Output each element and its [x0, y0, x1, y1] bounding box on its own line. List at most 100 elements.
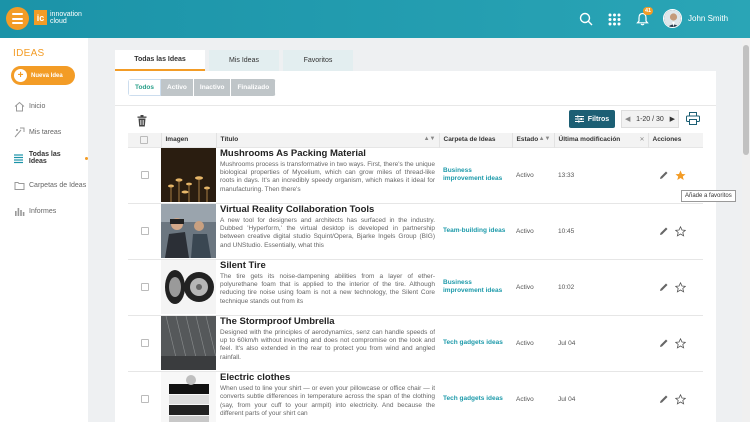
prev-page-icon[interactable]: ◀ — [625, 115, 630, 123]
table-row[interactable]: The Stormproof Umbrella Designed with th… — [128, 314, 703, 371]
sidebar-item-carpetas[interactable]: Carpetas de Ideas — [0, 176, 88, 194]
idea-folder-link[interactable]: Business improvement ideas — [443, 167, 508, 183]
idea-folder-link[interactable]: Tech gadgets ideas — [443, 395, 508, 403]
idea-thumbnail[interactable] — [161, 204, 216, 258]
row-checkbox[interactable] — [140, 283, 149, 291]
print-icon[interactable] — [686, 112, 700, 125]
idea-modified: 13:33 — [554, 146, 648, 203]
column-estado[interactable]: Estado ▲▼ — [512, 133, 555, 147]
ideas-table: Imagen Título ▲▼ Carpeta de Ideas Estado ▲… — [128, 133, 703, 422]
tasks-icon — [13, 126, 25, 138]
table-row[interactable]: Silent Tire The tire gets its noise-damp… — [128, 258, 703, 315]
idea-title[interactable]: The Stormproof Umbrella — [220, 316, 435, 327]
logo-mark: ic — [34, 10, 47, 25]
filter-todos[interactable]: Todos — [128, 79, 162, 96]
row-checkbox[interactable] — [140, 227, 149, 235]
filters-button[interactable]: Filtros — [569, 110, 615, 128]
search-icon[interactable] — [577, 10, 595, 28]
column-imagen: Imagen — [161, 133, 217, 147]
apps-grid-icon[interactable] — [605, 10, 623, 28]
next-page-icon[interactable]: ▶ — [670, 115, 675, 123]
sidebar-title: IDEAS — [13, 48, 45, 59]
idea-thumbnail[interactable] — [161, 148, 216, 202]
star-outline-icon[interactable] — [675, 337, 686, 349]
row-checkbox[interactable] — [140, 171, 149, 179]
scrollbar-thumb[interactable] — [743, 45, 749, 155]
idea-title[interactable]: Electric clothes — [220, 372, 435, 383]
app-logo[interactable]: ic innovation cloud — [34, 10, 82, 25]
select-all-checkbox[interactable] — [140, 135, 149, 144]
sidebar-item-inicio[interactable]: Inicio — [0, 97, 88, 115]
home-icon — [13, 100, 25, 112]
idea-thumbnail[interactable] — [161, 316, 216, 370]
star-filled-icon[interactable] — [675, 170, 686, 181]
star-outline-icon[interactable] — [675, 393, 686, 405]
edit-pencil-icon[interactable] — [659, 226, 669, 236]
edit-pencil-icon[interactable] — [659, 282, 669, 292]
column-acciones: Acciones — [648, 133, 703, 147]
folder-icon — [13, 179, 25, 191]
column-ultima-modificacion[interactable]: Última modificación ✕ — [554, 133, 649, 147]
pagination: ◀ 1-20 / 30 ▶ — [621, 110, 679, 128]
clear-sort-icon[interactable]: ✕ — [639, 136, 644, 143]
filter-inactivo[interactable]: Inactivo — [193, 79, 232, 96]
idea-folder-link[interactable]: Team-building ideas — [443, 227, 508, 235]
star-outline-icon[interactable] — [675, 281, 686, 293]
edit-pencil-icon[interactable] — [659, 394, 669, 404]
logo-line1: innovation — [50, 10, 82, 18]
idea-folder-link[interactable]: Tech gadgets ideas — [443, 339, 508, 347]
row-checkbox[interactable] — [140, 339, 149, 347]
menu-button[interactable] — [6, 7, 29, 30]
plus-icon: + — [14, 69, 27, 82]
new-idea-button[interactable]: + Nueva Idea — [11, 66, 75, 85]
sort-icon[interactable]: ▲▼ — [539, 136, 551, 142]
idea-modified: 10:45 — [554, 202, 648, 259]
tab-todas-las-ideas[interactable]: Todas las Ideas — [115, 50, 205, 71]
edit-pencil-icon[interactable] — [659, 170, 669, 180]
idea-description: Mushrooms process is transformative in t… — [220, 161, 435, 193]
idea-description: The tire gets its noise-dampening abilit… — [220, 273, 435, 305]
chart-icon — [13, 205, 25, 217]
avatar[interactable] — [663, 9, 682, 28]
top-bar: ic innovation cloud 41 John Smith — [0, 0, 750, 38]
idea-folder-link[interactable]: Business improvement ideas — [443, 279, 508, 295]
sidebar-item-informes[interactable]: Informes — [0, 202, 88, 220]
tab-mis-ideas[interactable]: Mis Ideas — [209, 50, 279, 71]
edit-pencil-icon[interactable] — [659, 338, 669, 348]
user-name[interactable]: John Smith — [688, 14, 728, 23]
new-idea-label: Nueva Idea — [31, 72, 63, 79]
table-row[interactable]: Electric clothes When used to line your … — [128, 370, 703, 422]
table-row[interactable]: Virtual Reality Collaboration Tools A ne… — [128, 202, 703, 259]
sidebar-item-mis-tareas[interactable]: Mis tareas — [0, 123, 88, 141]
favorites-tooltip: Añade a favoritos — [681, 190, 736, 202]
idea-thumbnail[interactable] — [161, 260, 216, 314]
idea-status: Activo — [512, 258, 554, 315]
idea-status: Activo — [512, 146, 554, 203]
filter-activo[interactable]: Activo — [161, 79, 194, 96]
row-checkbox[interactable] — [140, 395, 149, 404]
column-titulo[interactable]: Título ▲▼ — [216, 133, 440, 147]
table-header-row: Imagen Título ▲▼ Carpeta de Ideas Estado ▲… — [128, 133, 703, 147]
idea-thumbnail[interactable] — [161, 372, 216, 422]
idea-modified: 10:02 — [554, 258, 648, 315]
idea-title[interactable]: Mushrooms As Packing Material — [220, 148, 435, 159]
tab-favoritos[interactable]: Favoritos — [283, 50, 353, 71]
star-outline-icon[interactable] — [675, 225, 686, 237]
column-carpeta[interactable]: Carpeta de Ideas — [439, 133, 513, 147]
sliders-icon — [574, 115, 584, 123]
filter-finalizado[interactable]: Finalizado — [231, 79, 277, 96]
table-row[interactable]: Mushrooms As Packing Material Mushrooms … — [128, 146, 703, 203]
idea-status: Activo — [512, 202, 554, 259]
logo-line2: cloud — [50, 17, 67, 25]
trash-icon[interactable] — [137, 115, 147, 127]
list-icon — [13, 152, 25, 164]
active-indicator — [85, 156, 88, 160]
status-filter-group: Todos Activo Inactivo Finalizado — [128, 79, 277, 96]
idea-title[interactable]: Silent Tire — [220, 260, 435, 271]
sidebar-item-todas-las-ideas[interactable]: Todas las Ideas — [0, 149, 88, 167]
select-all-header — [128, 133, 162, 147]
idea-description: Designed with the principles of aerodyna… — [220, 329, 435, 361]
idea-title[interactable]: Virtual Reality Collaboration Tools — [220, 204, 435, 215]
sort-icon[interactable]: ▲▼ — [424, 136, 436, 142]
idea-status: Activo — [512, 314, 554, 371]
